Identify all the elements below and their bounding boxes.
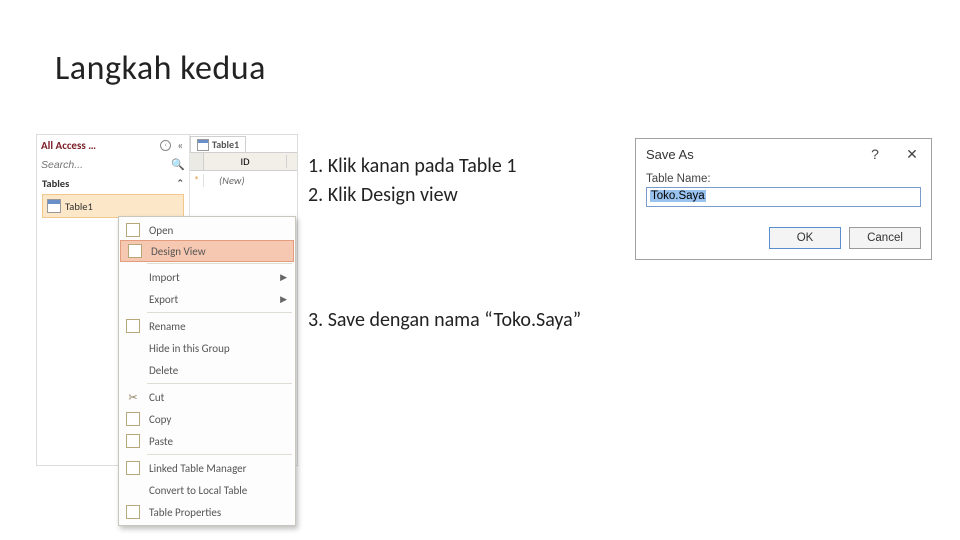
menu-import[interactable]: Import ▶ xyxy=(119,266,295,288)
cut-icon: ✂ xyxy=(123,391,143,404)
search-input[interactable] xyxy=(41,159,171,171)
table-name-field[interactable]: Toko.Saya xyxy=(646,187,921,207)
menu-label: Linked Table Manager xyxy=(149,462,295,475)
menu-label: Rename xyxy=(149,320,295,333)
step-2: 2. Klik Design view xyxy=(308,181,517,210)
object-tab-table1[interactable]: Table1 xyxy=(190,136,246,152)
cancel-button[interactable]: Cancel xyxy=(849,227,921,249)
menu-copy[interactable]: Copy xyxy=(119,408,295,430)
copy-icon xyxy=(126,412,140,426)
menu-rename[interactable]: Rename xyxy=(119,315,295,337)
row-selector-header[interactable] xyxy=(190,153,204,170)
menu-design-view[interactable]: Design View xyxy=(120,240,294,262)
menu-label: Cut xyxy=(149,391,295,404)
step-1: 1. Klik kanan pada Table 1 xyxy=(308,152,517,181)
menu-label: Hide in this Group xyxy=(149,342,295,355)
instructions-block-2: 3. Save dengan nama “Toko.Saya” xyxy=(308,308,581,332)
menu-export[interactable]: Export ▶ xyxy=(119,288,295,310)
save-as-dialog: Save As ? ✕ Table Name: Toko.Saya OK Can… xyxy=(635,138,932,260)
menu-separator xyxy=(147,263,292,264)
menu-hide-in-group[interactable]: Hide in this Group xyxy=(119,337,295,359)
table-name-label: Table Name: xyxy=(646,173,921,185)
slide-title: Langkah kedua xyxy=(55,48,266,89)
menu-label: Import xyxy=(149,271,274,284)
menu-label: Paste xyxy=(149,435,295,448)
menu-label: Convert to Local Table xyxy=(149,484,295,497)
column-header-row: ID xyxy=(190,152,297,171)
linked-table-icon xyxy=(126,461,140,475)
nav-search: 🔍 xyxy=(37,155,189,174)
dialog-title: Save As xyxy=(646,147,857,162)
menu-label: Delete xyxy=(149,364,295,377)
table-name-value: Toko.Saya xyxy=(650,190,706,202)
design-icon xyxy=(128,244,142,258)
menu-linked-table-manager[interactable]: Linked Table Manager xyxy=(119,457,295,479)
new-row-star-icon: * xyxy=(190,174,204,187)
step-3: 3. Save dengan nama “Toko.Saya” xyxy=(308,308,581,332)
properties-icon xyxy=(126,505,140,519)
nav-filter-icon[interactable]: ‹ xyxy=(160,140,171,151)
rename-icon xyxy=(126,319,140,333)
nav-header: All Access … ‹ « xyxy=(37,135,189,155)
menu-paste[interactable]: Paste xyxy=(119,430,295,452)
menu-separator xyxy=(147,454,292,455)
datasheet-area: Table1 ID * (New) xyxy=(190,135,297,192)
help-button[interactable]: ? xyxy=(857,146,893,162)
instructions-block-1: 1. Klik kanan pada Table 1 2. Klik Desig… xyxy=(308,152,517,210)
context-menu: Open Design View Import ▶ Export ▶ Renam… xyxy=(118,216,296,526)
menu-label: Design View xyxy=(151,245,293,258)
new-row[interactable]: * (New) xyxy=(190,171,297,190)
new-row-placeholder: (New) xyxy=(204,174,287,187)
submenu-arrow-icon: ▶ xyxy=(280,294,295,305)
menu-open[interactable]: Open xyxy=(119,219,295,241)
nav-header-title: All Access … xyxy=(41,139,156,152)
menu-convert-local[interactable]: Convert to Local Table xyxy=(119,479,295,501)
nav-group-label: Tables xyxy=(42,177,69,190)
menu-separator xyxy=(147,312,292,313)
column-header-id[interactable]: ID xyxy=(204,155,287,168)
nav-collapse-icon[interactable]: « xyxy=(175,139,185,152)
menu-separator xyxy=(147,383,292,384)
nav-item-label: Table1 xyxy=(65,200,93,213)
menu-table-properties[interactable]: Table Properties xyxy=(119,501,295,523)
menu-label: Open xyxy=(149,224,295,237)
menu-label: Export xyxy=(149,293,274,306)
open-icon xyxy=(126,223,140,237)
nav-item-table1[interactable]: Table1 xyxy=(42,194,184,218)
nav-group-tables[interactable]: Tables ⌃ xyxy=(37,174,189,192)
menu-delete[interactable]: Delete xyxy=(119,359,295,381)
menu-label: Table Properties xyxy=(149,506,295,519)
menu-cut[interactable]: ✂ Cut xyxy=(119,386,295,408)
menu-label: Copy xyxy=(149,413,295,426)
submenu-arrow-icon: ▶ xyxy=(280,272,295,283)
ok-button[interactable]: OK xyxy=(769,227,841,249)
close-button[interactable]: ✕ xyxy=(893,146,931,163)
table-icon xyxy=(47,199,61,213)
tab-label: Table1 xyxy=(212,138,239,151)
search-icon[interactable]: 🔍 xyxy=(171,158,185,171)
paste-icon xyxy=(126,434,140,448)
chevron-up-icon: ⌃ xyxy=(176,178,184,189)
table-icon xyxy=(197,139,209,151)
dialog-titlebar: Save As ? ✕ xyxy=(636,139,931,169)
